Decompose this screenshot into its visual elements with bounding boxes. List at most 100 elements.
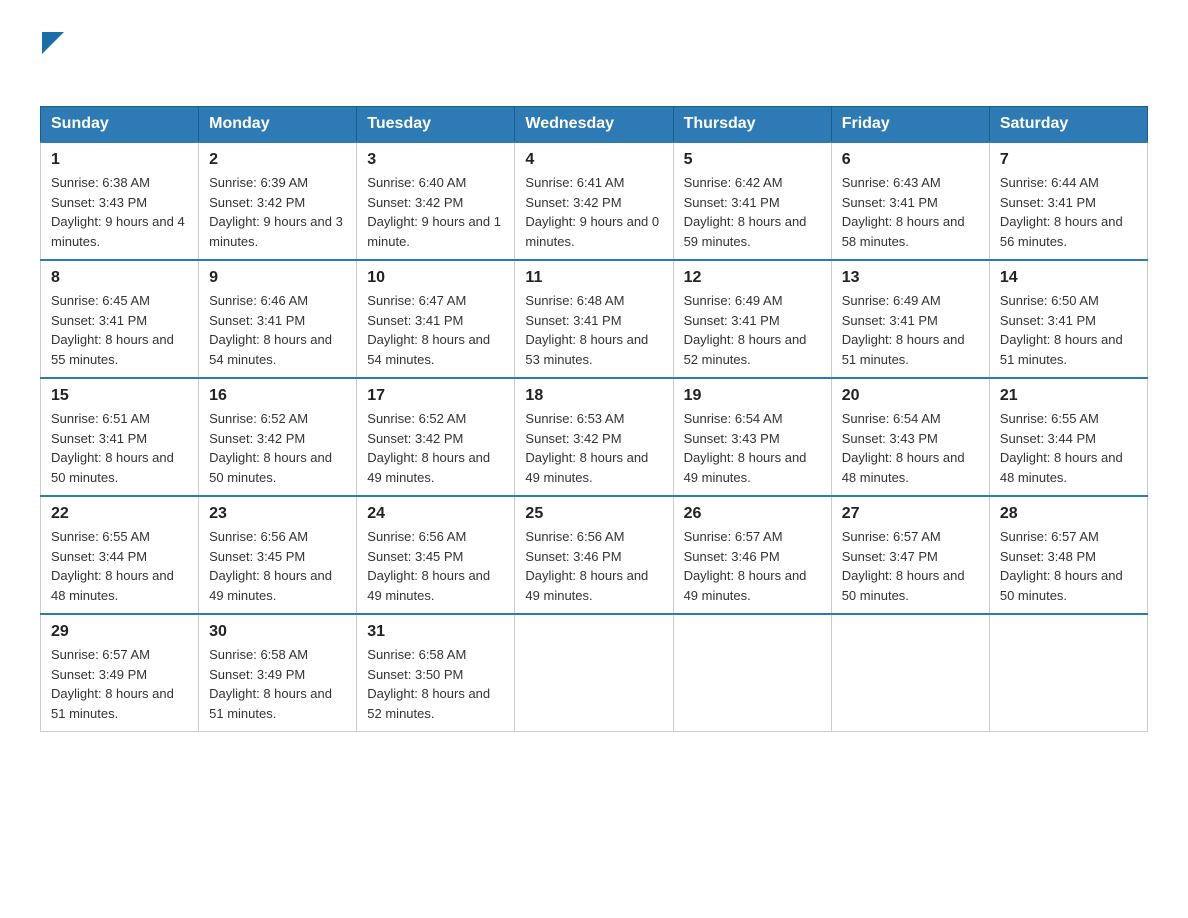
day-info: Sunrise: 6:57 AMSunset: 3:47 PMDaylight:… xyxy=(842,527,979,605)
day-number: 1 xyxy=(51,151,188,169)
day-number: 5 xyxy=(684,151,821,169)
calendar-week-row: 15 Sunrise: 6:51 AMSunset: 3:41 PMDayligh… xyxy=(41,378,1148,496)
day-number: 2 xyxy=(209,151,346,169)
day-info: Sunrise: 6:42 AMSunset: 3:41 PMDaylight:… xyxy=(684,173,821,251)
day-number: 14 xyxy=(1000,269,1137,287)
day-number: 15 xyxy=(51,387,188,405)
day-number: 31 xyxy=(367,623,504,641)
calendar-cell: 17 Sunrise: 6:52 AMSunset: 3:42 PMDayligh… xyxy=(357,378,515,496)
calendar-cell: 15 Sunrise: 6:51 AMSunset: 3:41 PMDayligh… xyxy=(41,378,199,496)
weekday-header-sunday: Sunday xyxy=(41,107,199,143)
day-info: Sunrise: 6:54 AMSunset: 3:43 PMDaylight:… xyxy=(842,409,979,487)
calendar-week-row: 22 Sunrise: 6:55 AMSunset: 3:44 PMDayligh… xyxy=(41,496,1148,614)
calendar-cell xyxy=(831,614,989,732)
calendar-cell: 14Sunrise: 6:50 AMSunset: 3:41 PMDayligh… xyxy=(989,260,1147,378)
day-number: 9 xyxy=(209,269,346,287)
calendar-week-row: 1 Sunrise: 6:38 AMSunset: 3:43 PMDaylight… xyxy=(41,142,1148,260)
calendar-cell: 23 Sunrise: 6:56 AMSunset: 3:45 PMDayligh… xyxy=(199,496,357,614)
calendar-cell: 12Sunrise: 6:49 AMSunset: 3:41 PMDayligh… xyxy=(673,260,831,378)
day-info: Sunrise: 6:51 AMSunset: 3:41 PMDaylight:… xyxy=(51,409,188,487)
calendar-cell: 30 Sunrise: 6:58 AMSunset: 3:49 PMDayligh… xyxy=(199,614,357,732)
logo xyxy=(40,30,64,86)
day-number: 4 xyxy=(525,151,662,169)
calendar-cell: 26 Sunrise: 6:57 AMSunset: 3:46 PMDayligh… xyxy=(673,496,831,614)
calendar-cell: 4 Sunrise: 6:41 AMSunset: 3:42 PMDaylight… xyxy=(515,142,673,260)
calendar-cell: 18 Sunrise: 6:53 AMSunset: 3:42 PMDayligh… xyxy=(515,378,673,496)
day-info: Sunrise: 6:55 AMSunset: 3:44 PMDaylight:… xyxy=(51,527,188,605)
day-info: Sunrise: 6:49 AMSunset: 3:41 PMDaylight:… xyxy=(684,291,821,369)
calendar-cell: 8 Sunrise: 6:45 AMSunset: 3:41 PMDaylight… xyxy=(41,260,199,378)
calendar-cell: 16 Sunrise: 6:52 AMSunset: 3:42 PMDayligh… xyxy=(199,378,357,496)
day-info: Sunrise: 6:56 AMSunset: 3:45 PMDaylight:… xyxy=(367,527,504,605)
day-info: Sunrise: 6:40 AMSunset: 3:42 PMDaylight:… xyxy=(367,173,504,251)
day-number: 26 xyxy=(684,505,821,523)
calendar-cell: 25 Sunrise: 6:56 AMSunset: 3:46 PMDayligh… xyxy=(515,496,673,614)
day-number: 13 xyxy=(842,269,979,287)
page-header xyxy=(40,30,1148,86)
day-info: Sunrise: 6:47 AMSunset: 3:41 PMDaylight:… xyxy=(367,291,504,369)
weekday-header-tuesday: Tuesday xyxy=(357,107,515,143)
calendar-cell: 5 Sunrise: 6:42 AMSunset: 3:41 PMDaylight… xyxy=(673,142,831,260)
day-info: Sunrise: 6:57 AMSunset: 3:48 PMDaylight:… xyxy=(1000,527,1137,605)
calendar-cell: 10 Sunrise: 6:47 AMSunset: 3:41 PMDayligh… xyxy=(357,260,515,378)
day-info: Sunrise: 6:39 AMSunset: 3:42 PMDaylight:… xyxy=(209,173,346,251)
calendar-cell: 22 Sunrise: 6:55 AMSunset: 3:44 PMDayligh… xyxy=(41,496,199,614)
calendar-cell: 9Sunrise: 6:46 AMSunset: 3:41 PMDaylight… xyxy=(199,260,357,378)
calendar-cell: 19 Sunrise: 6:54 AMSunset: 3:43 PMDayligh… xyxy=(673,378,831,496)
day-info: Sunrise: 6:53 AMSunset: 3:42 PMDaylight:… xyxy=(525,409,662,487)
day-number: 29 xyxy=(51,623,188,641)
day-info: Sunrise: 6:49 AMSunset: 3:41 PMDaylight:… xyxy=(842,291,979,369)
day-info: Sunrise: 6:56 AMSunset: 3:46 PMDaylight:… xyxy=(525,527,662,605)
weekday-header-wednesday: Wednesday xyxy=(515,107,673,143)
weekday-header-saturday: Saturday xyxy=(989,107,1147,143)
calendar-cell: 27 Sunrise: 6:57 AMSunset: 3:47 PMDayligh… xyxy=(831,496,989,614)
day-info: Sunrise: 6:41 AMSunset: 3:42 PMDaylight:… xyxy=(525,173,662,251)
calendar-cell: 2 Sunrise: 6:39 AMSunset: 3:42 PMDaylight… xyxy=(199,142,357,260)
day-number: 17 xyxy=(367,387,504,405)
calendar-cell: 20Sunrise: 6:54 AMSunset: 3:43 PMDayligh… xyxy=(831,378,989,496)
day-info: Sunrise: 6:43 AMSunset: 3:41 PMDaylight:… xyxy=(842,173,979,251)
day-number: 16 xyxy=(209,387,346,405)
weekday-header-monday: Monday xyxy=(199,107,357,143)
day-info: Sunrise: 6:57 AMSunset: 3:46 PMDaylight:… xyxy=(684,527,821,605)
day-number: 8 xyxy=(51,269,188,287)
day-number: 7 xyxy=(1000,151,1137,169)
day-info: Sunrise: 6:57 AMSunset: 3:49 PMDaylight:… xyxy=(51,645,188,723)
calendar-cell: 21Sunrise: 6:55 AMSunset: 3:44 PMDayligh… xyxy=(989,378,1147,496)
calendar-week-row: 8 Sunrise: 6:45 AMSunset: 3:41 PMDaylight… xyxy=(41,260,1148,378)
calendar-cell xyxy=(989,614,1147,732)
day-number: 28 xyxy=(1000,505,1137,523)
day-info: Sunrise: 6:45 AMSunset: 3:41 PMDaylight:… xyxy=(51,291,188,369)
day-number: 25 xyxy=(525,505,662,523)
calendar-cell: 13 Sunrise: 6:49 AMSunset: 3:41 PMDayligh… xyxy=(831,260,989,378)
calendar-body: 1 Sunrise: 6:38 AMSunset: 3:43 PMDaylight… xyxy=(41,142,1148,732)
calendar-cell: 6 Sunrise: 6:43 AMSunset: 3:41 PMDaylight… xyxy=(831,142,989,260)
day-number: 11 xyxy=(525,269,662,287)
weekday-header-friday: Friday xyxy=(831,107,989,143)
day-number: 27 xyxy=(842,505,979,523)
day-info: Sunrise: 6:44 AMSunset: 3:41 PMDaylight:… xyxy=(1000,173,1137,251)
day-info: Sunrise: 6:58 AMSunset: 3:50 PMDaylight:… xyxy=(367,645,504,723)
calendar-cell: 7 Sunrise: 6:44 AMSunset: 3:41 PMDaylight… xyxy=(989,142,1147,260)
calendar-cell: 11Sunrise: 6:48 AMSunset: 3:41 PMDayligh… xyxy=(515,260,673,378)
calendar-header: SundayMondayTuesdayWednesdayThursdayFrid… xyxy=(41,107,1148,143)
calendar-cell: 31 Sunrise: 6:58 AMSunset: 3:50 PMDayligh… xyxy=(357,614,515,732)
day-number: 6 xyxy=(842,151,979,169)
weekday-header-thursday: Thursday xyxy=(673,107,831,143)
day-info: Sunrise: 6:58 AMSunset: 3:49 PMDaylight:… xyxy=(209,645,346,723)
day-info: Sunrise: 6:56 AMSunset: 3:45 PMDaylight:… xyxy=(209,527,346,605)
day-info: Sunrise: 6:54 AMSunset: 3:43 PMDaylight:… xyxy=(684,409,821,487)
calendar-cell: 3Sunrise: 6:40 AMSunset: 3:42 PMDaylight… xyxy=(357,142,515,260)
day-number: 10 xyxy=(367,269,504,287)
day-number: 22 xyxy=(51,505,188,523)
calendar-cell: 28 Sunrise: 6:57 AMSunset: 3:48 PMDayligh… xyxy=(989,496,1147,614)
day-number: 23 xyxy=(209,505,346,523)
day-info: Sunrise: 6:52 AMSunset: 3:42 PMDaylight:… xyxy=(367,409,504,487)
day-number: 19 xyxy=(684,387,821,405)
day-info: Sunrise: 6:52 AMSunset: 3:42 PMDaylight:… xyxy=(209,409,346,487)
day-info: Sunrise: 6:55 AMSunset: 3:44 PMDaylight:… xyxy=(1000,409,1137,487)
day-number: 30 xyxy=(209,623,346,641)
day-info: Sunrise: 6:38 AMSunset: 3:43 PMDaylight:… xyxy=(51,173,188,251)
calendar-table: SundayMondayTuesdayWednesdayThursdayFrid… xyxy=(40,106,1148,732)
day-number: 18 xyxy=(525,387,662,405)
